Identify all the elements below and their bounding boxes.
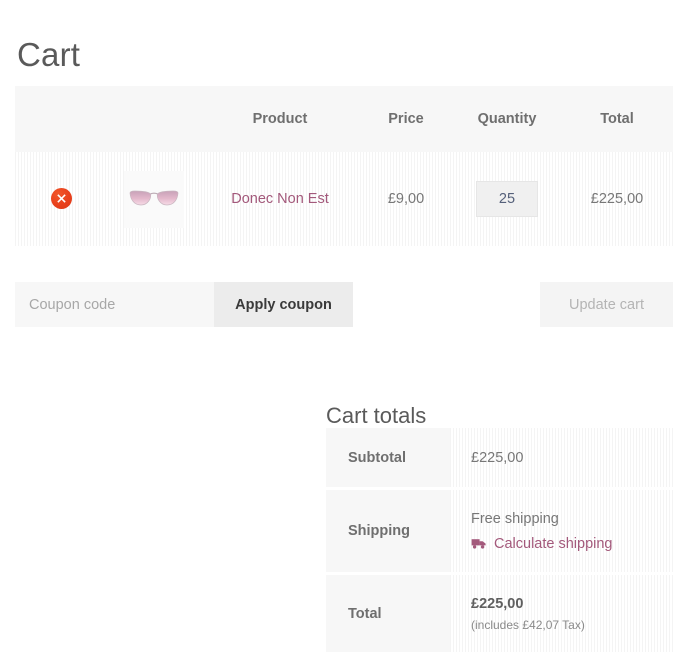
- column-header-product: Product: [252, 111, 308, 127]
- totals-row-shipping: Shipping Free shipping Calculate shippin…: [326, 487, 673, 572]
- cart-item-remove-cell: [15, 188, 107, 210]
- tax-note: (includes £42,07 Tax): [471, 617, 585, 632]
- shipping-label: Shipping: [326, 487, 450, 572]
- totals-row-total: Total £225,00 (includes £42,07 Tax): [326, 572, 673, 652]
- column-header-price: Price: [388, 111, 424, 127]
- cart-actions-row: Apply coupon Update cart: [15, 282, 673, 327]
- coupon-code-input[interactable]: [15, 282, 214, 327]
- subtotal-value: £225,00: [450, 428, 673, 487]
- remove-circle-icon: [55, 192, 68, 205]
- calculate-shipping-link[interactable]: Calculate shipping: [471, 533, 673, 555]
- sunglasses-thumbnail[interactable]: [124, 170, 184, 228]
- cart-table: Product Price Quantity Total Donec Non E…: [15, 86, 673, 246]
- shipping-value: Free shipping Calculate shipping: [450, 487, 673, 572]
- quantity-input[interactable]: [476, 181, 538, 217]
- total-amount: £225,00: [471, 595, 524, 612]
- total-label: Total: [326, 572, 450, 652]
- cart-totals-title: Cart totals: [326, 403, 427, 429]
- cart-item-row: Donec Non Est £9,00 £225,00: [15, 152, 673, 246]
- delivery-truck-icon: [471, 538, 487, 550]
- apply-coupon-button[interactable]: Apply coupon: [214, 282, 353, 327]
- column-header-quantity: Quantity: [477, 111, 537, 127]
- cart-item-line-total: £225,00: [590, 191, 644, 207]
- totals-row-subtotal: Subtotal £225,00: [326, 428, 673, 487]
- column-header-total: Total: [600, 111, 634, 127]
- cart-item-price: £9,00: [387, 191, 425, 207]
- cart-item-thumbnail-cell: [107, 170, 201, 228]
- remove-item-button[interactable]: [50, 188, 72, 209]
- cart-totals-table: Subtotal £225,00 Shipping Free shipping …: [326, 428, 673, 652]
- cart-item-quantity-cell: [453, 181, 561, 217]
- page-title: Cart: [17, 36, 81, 74]
- update-cart-button[interactable]: Update cart: [540, 282, 673, 327]
- shipping-method-text: Free shipping: [471, 510, 559, 527]
- cart-table-header-row: Product Price Quantity Total: [15, 86, 673, 152]
- subtotal-label: Subtotal: [326, 428, 450, 487]
- product-name-link[interactable]: Donec Non Est: [231, 191, 329, 207]
- calculate-shipping-label: Calculate shipping: [494, 535, 613, 552]
- subtotal-amount: £225,00: [471, 449, 524, 466]
- total-value: £225,00 (includes £42,07 Tax): [450, 572, 673, 652]
- cart-item-product-cell: Donec Non Est: [201, 190, 359, 208]
